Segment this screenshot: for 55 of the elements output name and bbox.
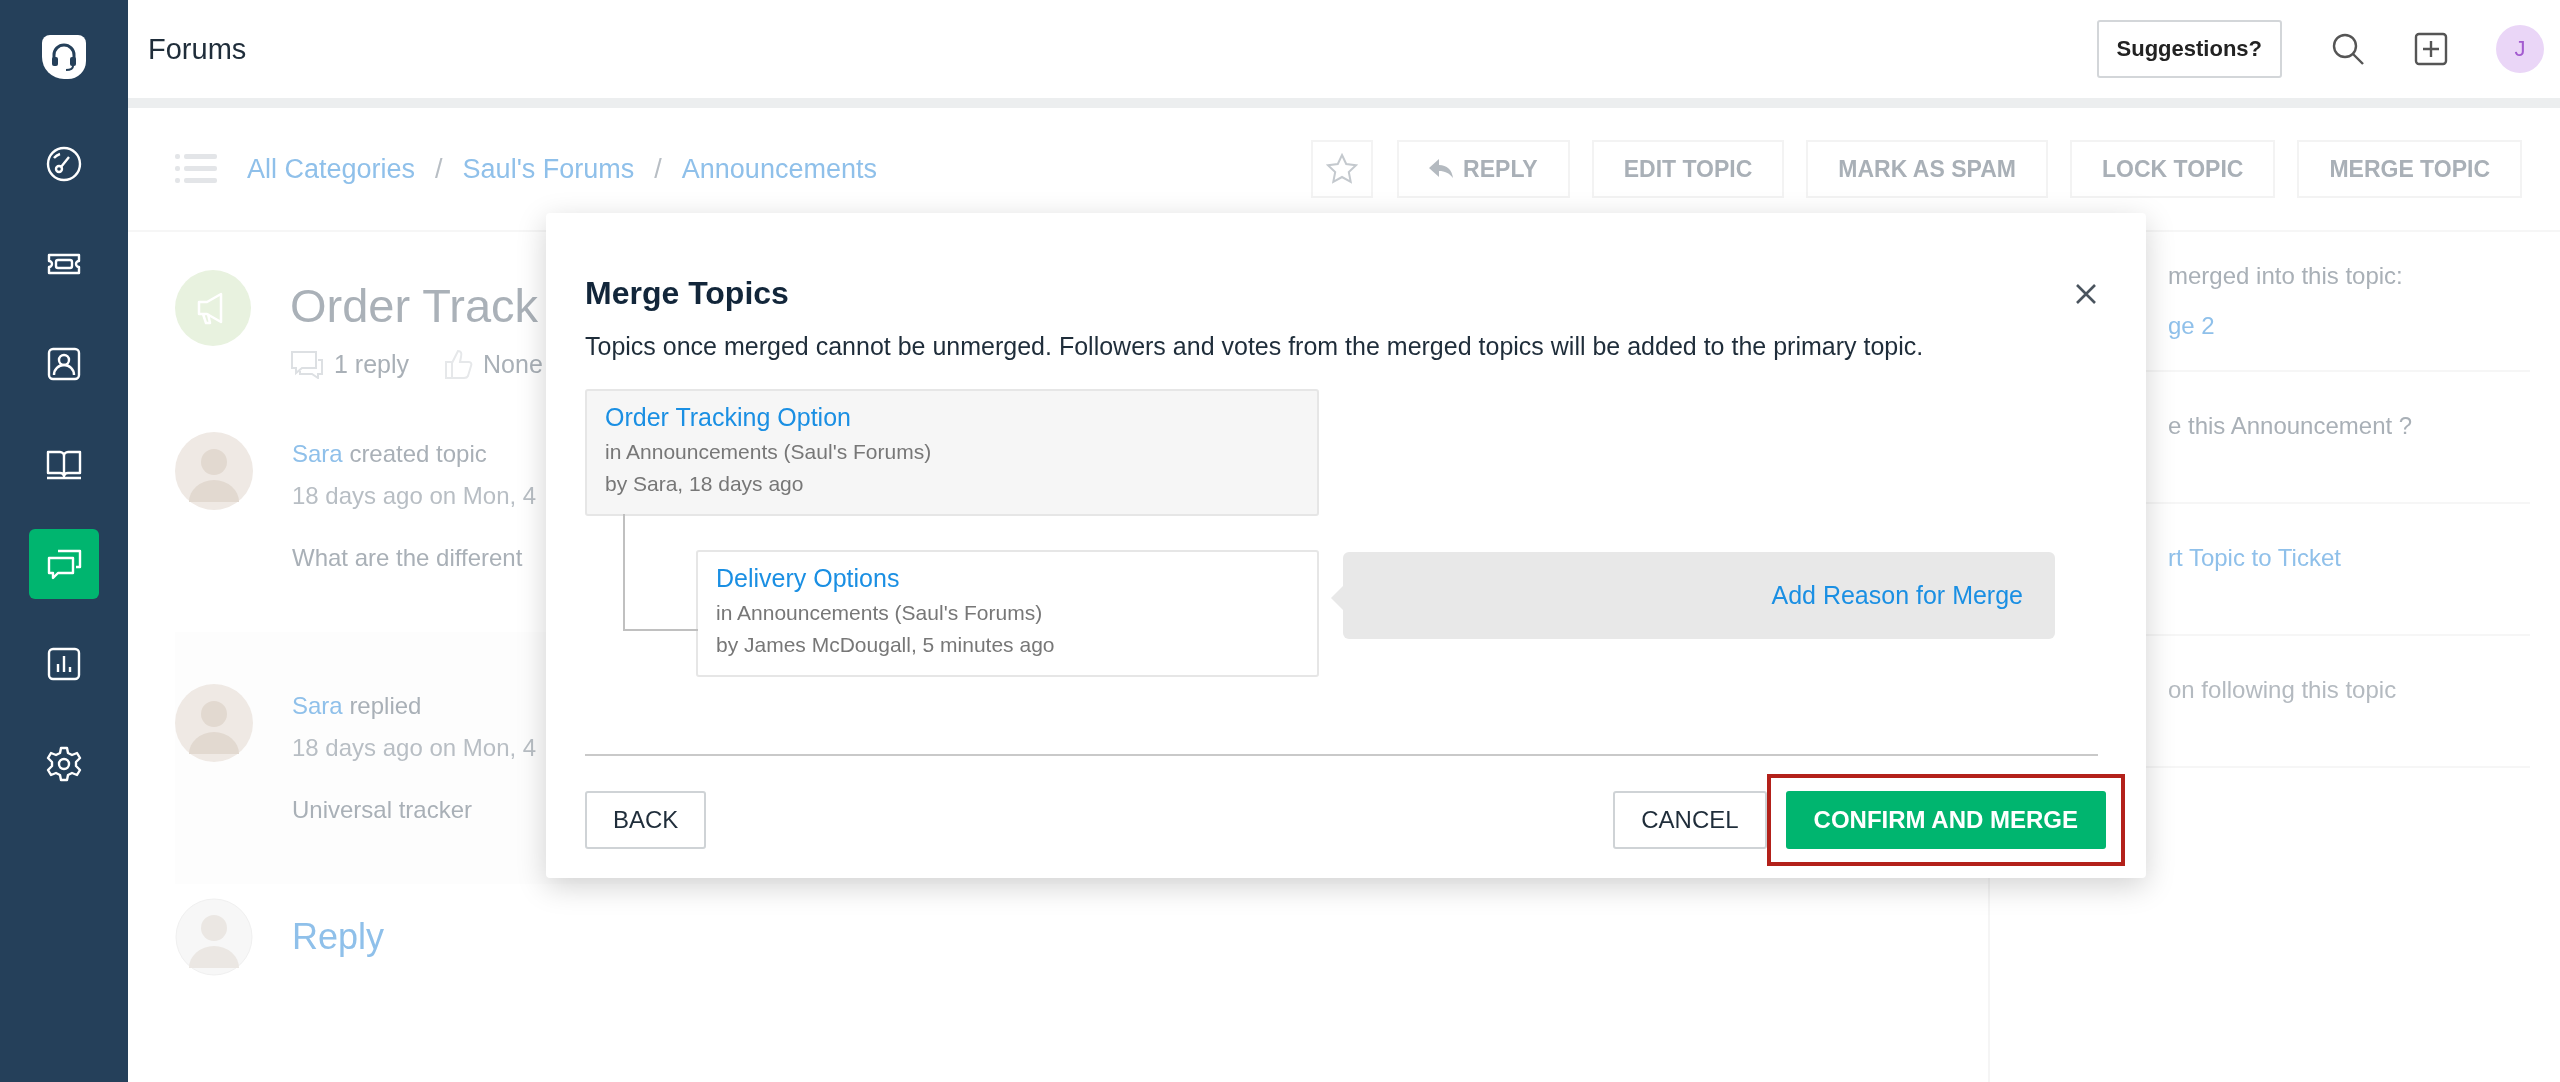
topic-action-button[interactable]: REPLY [1397, 140, 1570, 198]
suggestions-button[interactable]: Suggestions? [2096, 20, 2282, 78]
dialog-title: Merge Topics [585, 275, 789, 312]
star-icon [1325, 152, 1360, 186]
breadcrumb-link[interactable]: Announcements [681, 153, 877, 185]
gauge-icon [44, 144, 84, 184]
post-time: 18 days ago on Mon, 4 [292, 482, 537, 510]
confirm-merge-button[interactable]: CONFIRM AND MERGE [1785, 791, 2106, 849]
side-link[interactable]: ge 2 [2168, 312, 2530, 340]
thumbs-up-icon [443, 348, 474, 380]
breadcrumb-separator: / [435, 153, 443, 185]
topic-link[interactable]: Order Tracking Option [605, 403, 1299, 432]
author-link[interactable]: Sara [292, 692, 343, 719]
topic-action-button[interactable]: LOCK TOPIC [2069, 140, 2276, 198]
post-action: created topic [349, 440, 487, 467]
post-action: replied [349, 692, 422, 719]
reply-count: 1 reply [334, 349, 410, 379]
topic-byline: by Sara, 18 days ago [605, 472, 805, 496]
star-button[interactable] [1311, 140, 1374, 198]
topic-action-button[interactable]: MERGE TOPIC [2297, 140, 2522, 198]
add-reason-link[interactable]: Add Reason for Merge [1771, 581, 2023, 610]
dialog-description: Topics once merged cannot be unmerged. Followers and votes from the merged topics will be added to the primary topic. [585, 332, 1925, 361]
gear-icon [44, 744, 84, 784]
side-text: e this Announcement ? [2168, 412, 2414, 440]
post-body: Universal tracker [292, 796, 474, 824]
topic-byline: by James McDougall, 5 minutes ago [716, 633, 1056, 657]
cancel-button[interactable]: CANCEL [1613, 791, 1767, 849]
headset-logo-icon[interactable] [40, 33, 88, 81]
back-button[interactable]: BACK [585, 791, 707, 849]
topic-action-button[interactable]: MARK AS SPAM [1806, 140, 2048, 198]
breadcrumb-link[interactable]: Saul's Forums [462, 153, 635, 185]
side-text: merged into this topic: [2168, 262, 2404, 290]
post-time: 18 days ago on Mon, 4 [292, 734, 537, 762]
megaphone-icon [175, 270, 251, 346]
close-icon[interactable] [2074, 281, 2098, 306]
topic-location: in Announcements (Saul's Forums) [605, 440, 933, 464]
page-title: Forums [148, 32, 247, 66]
search-icon[interactable] [2330, 31, 2366, 67]
vote-count: None [483, 349, 543, 379]
forums-nav-item[interactable] [29, 529, 99, 599]
reply-link[interactable]: Reply [292, 916, 385, 958]
topic-location: in Announcements (Saul's Forums) [716, 601, 1044, 625]
side-text: on following this topic [2168, 676, 2398, 704]
breadcrumb-link[interactable]: All Categories [247, 153, 416, 185]
topic-link[interactable]: Delivery Options [716, 564, 1299, 593]
author-link[interactable]: Sara [292, 440, 343, 467]
topic-action-button[interactable]: EDIT TOPIC [1591, 140, 1785, 198]
breadcrumb-separator: / [654, 153, 662, 185]
side-link[interactable]: rt Topic to Ticket [2168, 544, 2530, 572]
add-icon[interactable] [2414, 32, 2448, 66]
comment-icon [290, 349, 324, 379]
topic-title: Order Track [290, 278, 540, 334]
user-avatar[interactable]: J [2496, 25, 2544, 73]
reply-arrow-icon [1429, 159, 1454, 179]
post-body: What are the different [292, 544, 524, 572]
